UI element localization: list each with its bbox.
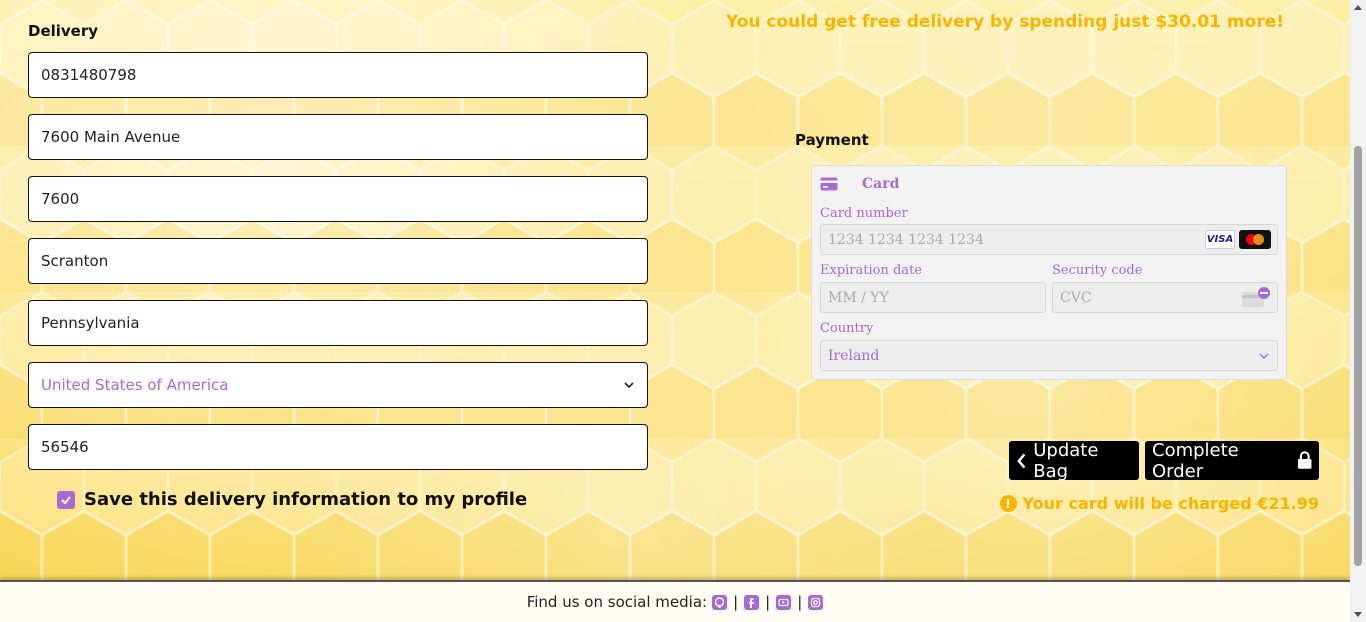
save-info-label: Save this delivery information to my pro… <box>84 489 528 510</box>
footer-separator: | <box>733 593 739 611</box>
lock-icon <box>1297 451 1312 469</box>
postcode-field[interactable]: 56546 <box>28 424 648 470</box>
footer-social-text: Find us on social media: <box>526 593 708 611</box>
free-delivery-message: You could get free delivery by spending … <box>725 12 1284 32</box>
card-number-input[interactable]: 1234 1234 1234 1234 VISA <box>820 224 1278 255</box>
chevron-left-icon <box>1017 453 1026 468</box>
github-icon[interactable] <box>712 594 728 610</box>
county-value: Pennsylvania <box>41 314 140 332</box>
instagram-icon[interactable] <box>808 594 824 610</box>
checkmark-icon <box>61 495 71 504</box>
cvc-card-icon <box>1242 287 1270 307</box>
credit-card-icon <box>820 177 838 191</box>
card-number-placeholder: 1234 1234 1234 1234 <box>828 231 984 248</box>
complete-order-button[interactable]: Complete Order <box>1145 439 1319 482</box>
street-address-1-value: 7600 Main Avenue <box>41 128 181 146</box>
expiry-label: Expiration date <box>820 263 922 278</box>
delivery-heading: Delivery <box>28 22 99 40</box>
scroll-up-arrow-icon[interactable] <box>1354 5 1362 10</box>
postcode-value: 56546 <box>41 438 89 456</box>
cvc-label: Security code <box>1052 263 1143 278</box>
page-scrollbar[interactable] <box>1350 0 1366 622</box>
payment-heading: Payment <box>795 131 869 149</box>
card-tab-label: Card <box>862 176 900 192</box>
scrollbar-thumb[interactable] <box>1354 146 1362 566</box>
street-address-1-field[interactable]: 7600 Main Avenue <box>28 114 648 160</box>
footer-separator: | <box>797 593 803 611</box>
card-tab[interactable]: Card <box>820 176 899 192</box>
street-address-2-value: 7600 <box>41 190 80 208</box>
expiry-placeholder: MM / YY <box>828 289 889 306</box>
phone-value: 0831480798 <box>41 66 137 84</box>
expiry-input[interactable]: MM / YY <box>820 282 1046 313</box>
save-info-checkbox[interactable] <box>57 490 75 509</box>
update-bag-button[interactable]: Update Bag <box>1009 439 1139 482</box>
payment-country-value: Ireland <box>828 347 880 364</box>
visa-icon: VISA <box>1205 230 1235 249</box>
save-info-row: Save this delivery information to my pro… <box>57 489 527 510</box>
town-value: Scranton <box>41 252 109 270</box>
charge-notice: ! Your card will be charged €21.99 <box>999 494 1319 513</box>
complete-order-label: Complete Order <box>1152 439 1239 482</box>
card-brands: VISA <box>1205 230 1271 249</box>
country-select-value: United States of America <box>41 376 229 394</box>
street-address-2-field[interactable]: 7600 <box>28 176 648 222</box>
stripe-card-element: Card Card number 1234 1234 1234 1234 VIS… <box>811 165 1287 380</box>
card-number-label: Card number <box>820 206 908 221</box>
phone-field[interactable]: 0831480798 <box>28 52 648 98</box>
payment-country-label: Country <box>820 321 874 336</box>
country-select[interactable]: United States of America <box>28 362 648 408</box>
mastercard-icon <box>1239 230 1271 249</box>
chevron-down-icon <box>1259 353 1269 359</box>
town-field[interactable]: Scranton <box>28 238 648 284</box>
scroll-down-arrow-icon[interactable] <box>1354 612 1362 617</box>
update-bag-label: Update Bag <box>1033 439 1099 482</box>
youtube-icon[interactable] <box>776 594 792 610</box>
footer-separator: | <box>765 593 771 611</box>
chevron-down-icon <box>624 382 634 389</box>
cvc-input[interactable]: CVC <box>1052 282 1278 313</box>
charge-notice-text: Your card will be charged €21.99 <box>1022 494 1319 513</box>
footer: Find us on social media: | | | <box>0 580 1350 622</box>
county-field[interactable]: Pennsylvania <box>28 300 648 346</box>
cvc-placeholder: CVC <box>1060 289 1092 306</box>
payment-country-select[interactable]: Ireland <box>820 340 1278 371</box>
facebook-icon[interactable] <box>744 594 760 610</box>
exclamation-circle-icon: ! <box>999 495 1017 512</box>
